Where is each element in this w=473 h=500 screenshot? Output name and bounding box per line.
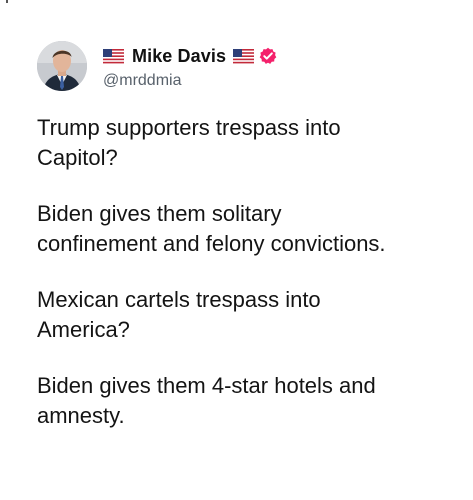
user-handle[interactable]: @mrddmia	[103, 72, 277, 90]
name-row: Mike Davis	[103, 44, 277, 68]
tweet-card: Mike Davis @mrddmia Trump supporters tre…	[0, 0, 473, 500]
tweet-text: Trump supporters trespass into Capitol? …	[37, 113, 462, 457]
tweet-paragraph: Biden gives them 4-star hotels and amnes…	[37, 373, 376, 428]
tweet-paragraph: Biden gives them solitary confinement an…	[37, 201, 386, 256]
tweet-paragraph: Trump supporters trespass into Capitol?	[37, 115, 341, 170]
tweet-paragraph: Mexican cartels trespass into America?	[37, 287, 321, 342]
profile-photo-icon	[37, 41, 87, 91]
tweet-header: Mike Davis @mrddmia	[103, 44, 277, 90]
us-flag-icon	[103, 48, 124, 64]
verified-badge-icon	[259, 47, 277, 65]
us-flag-icon	[233, 48, 255, 64]
avatar[interactable]	[37, 41, 87, 91]
display-name[interactable]: Mike Davis	[132, 46, 226, 67]
